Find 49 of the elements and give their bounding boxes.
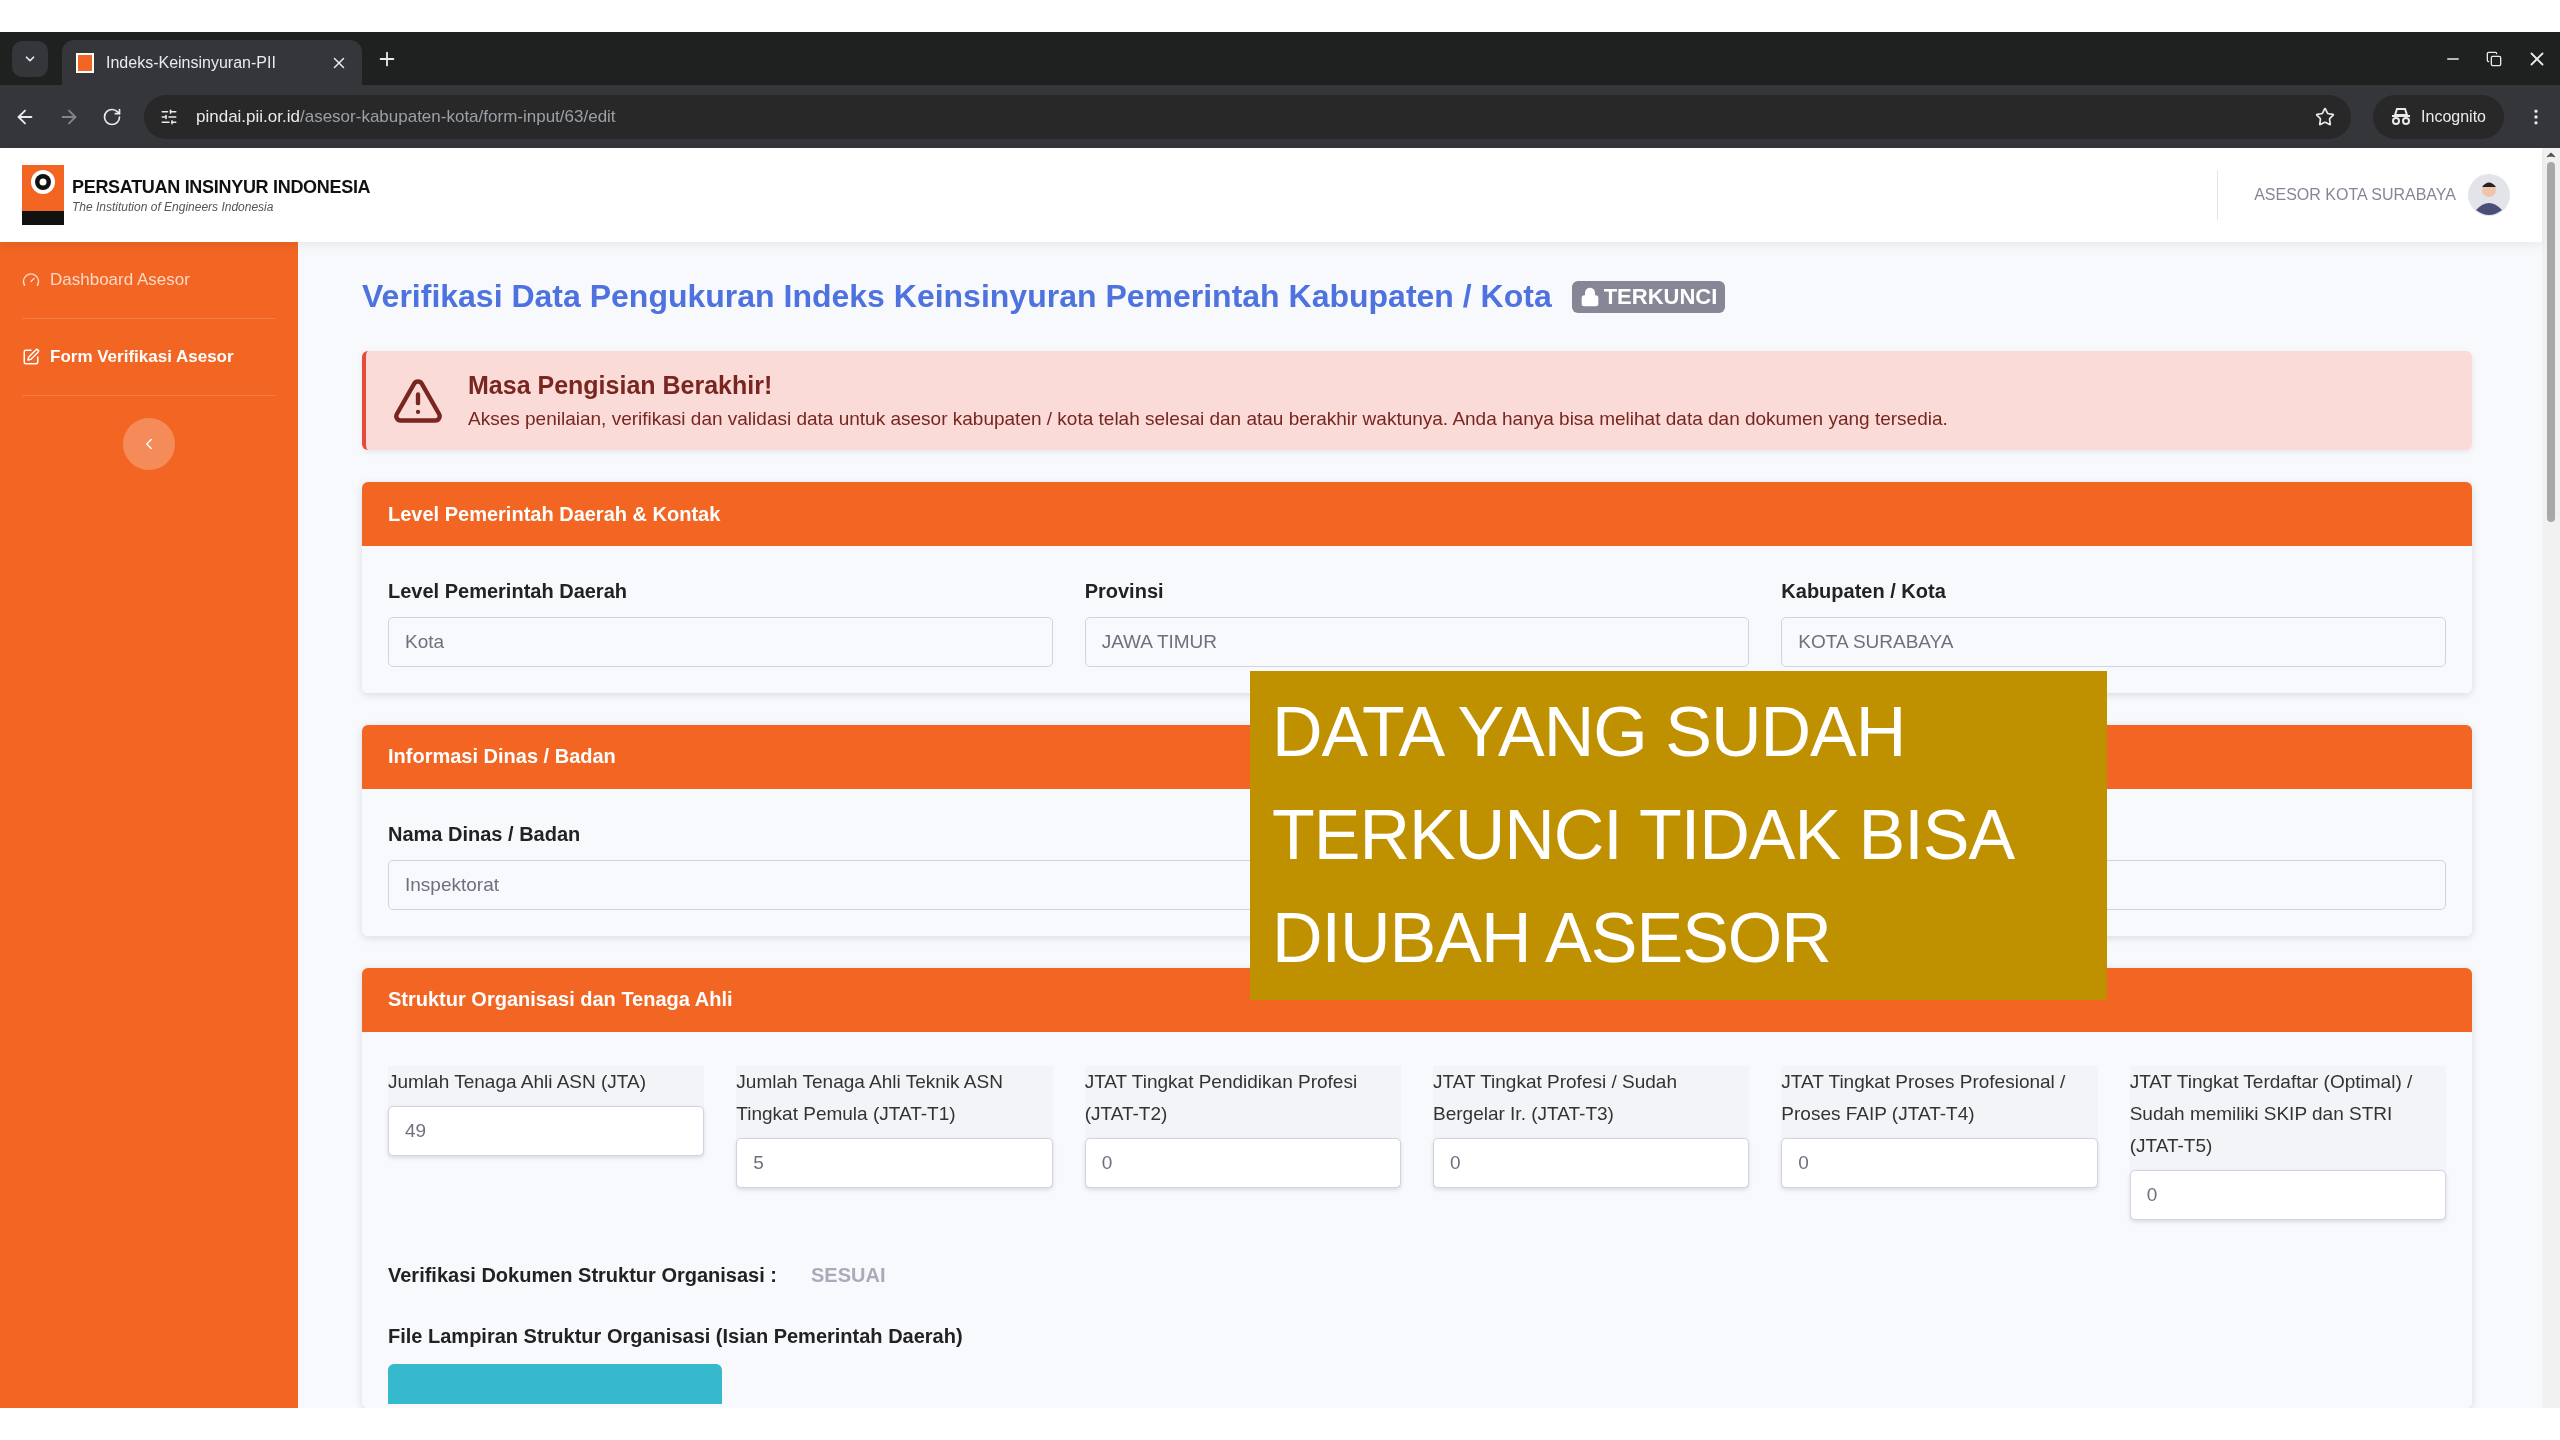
field-label: Kabupaten / Kota bbox=[1781, 580, 1947, 603]
sidebar-toggle-button[interactable] bbox=[123, 418, 175, 470]
lock-icon bbox=[1579, 286, 1600, 307]
alert-message: Akses penilaian, verifikasi dan validasi data untuk asesor kabupaten / kota telah selesai dan atau berakhir waktunya. Anda hanya bisa melihat data dan dokumen yang tersedia. bbox=[468, 408, 1948, 430]
field-label: Jumlah Tenaga Ahli ASN (JTA) bbox=[388, 1069, 648, 1094]
verification-label: Verifikasi Dokumen Struktur Organisasi : bbox=[388, 1263, 777, 1287]
logo-icon bbox=[22, 165, 64, 225]
alert-title: Masa Pengisian Berakhir! bbox=[468, 371, 774, 400]
field-label: JTAT Tingkat Profesi / Sudah Bergelar Ir. (JTAT-T3) bbox=[1433, 1069, 1678, 1126]
input-field[interactable]: 0 bbox=[1781, 1137, 2098, 1188]
input-field[interactable]: 0 bbox=[2129, 1169, 2446, 1220]
field-label: Nama Dinas / Badan bbox=[388, 822, 582, 846]
bookmark-star-icon[interactable] bbox=[2315, 106, 2336, 127]
address-bar[interactable]: pindai.pii.or.id/asesor-kabupaten-kota/form-input/63/edit bbox=[144, 94, 2352, 139]
browser-tab[interactable]: Indeks-Keinsinyuran-PII bbox=[62, 40, 362, 85]
field-label: JTAT Tingkat Pendidikan Profesi (JTAT-T2) bbox=[1084, 1069, 1359, 1126]
dashboard-icon bbox=[22, 271, 40, 289]
input-field[interactable]: 0 bbox=[1433, 1137, 1750, 1188]
section-header: Level Pemerintah Daerah & Kontak bbox=[362, 482, 2472, 546]
avatar-icon[interactable] bbox=[2468, 174, 2510, 216]
sidebar-item[interactable]: Form Verifikasi Asesor bbox=[22, 319, 276, 396]
input-field[interactable]: Kota bbox=[388, 617, 1053, 667]
verification-status: SESUAI bbox=[811, 1263, 886, 1287]
annotation-note: DATA YANG SUDAH TERKUNCI TIDAK BISA DIUBAH ASESOR bbox=[1250, 671, 2107, 1000]
restore-icon[interactable] bbox=[2486, 50, 2502, 67]
field-label: Jumlah Tenaga Ahli Teknik ASN Tingkat Pemula (JTAT-T1) bbox=[736, 1069, 1004, 1126]
input-field[interactable]: 5 bbox=[736, 1137, 1053, 1188]
file-label: File Lampiran Struktur Organisasi (Isian Pemerintah Daerah) bbox=[388, 1324, 964, 1348]
incognito-button[interactable]: Incognito bbox=[2373, 94, 2504, 139]
field-label: JTAT Tingkat Terdaftar (Optimal) / Sudah memiliki SKIP dan STRI (JTAT-T5) bbox=[2129, 1069, 2414, 1158]
edit-icon bbox=[22, 348, 40, 366]
scrollbar-thumb[interactable] bbox=[2547, 162, 2555, 522]
input-field[interactable]: 0 bbox=[1084, 1137, 1401, 1188]
status-badge: TERKUNCI bbox=[1571, 280, 1726, 313]
incognito-icon bbox=[2391, 107, 2412, 126]
page-title: Verifikasi Data Pengukuran Indeks Keinsinyuran Pemerintah Kabupaten / Kota bbox=[362, 278, 1552, 315]
field-label: Provinsi bbox=[1084, 580, 1165, 603]
favicon-icon bbox=[76, 52, 94, 73]
input-field[interactable]: JAWA TIMUR bbox=[1084, 617, 1750, 667]
organization-subtitle: The Institution of Engineers Indonesia bbox=[72, 199, 275, 214]
field-label: Level Pemerintah Daerah bbox=[388, 580, 628, 603]
reload-icon[interactable] bbox=[102, 106, 122, 127]
organization-name: PERSATUAN INSINYUR INDONESIA bbox=[72, 176, 371, 198]
user-name[interactable]: ASESOR KOTA SURABAYA bbox=[2254, 186, 2456, 204]
scrollbar[interactable] bbox=[2542, 148, 2560, 1408]
input-field[interactable]: 49 bbox=[388, 1105, 705, 1156]
field-label: JTAT Tingkat Proses Profesional / Proses FAIP (JTAT-T4) bbox=[1781, 1069, 2067, 1126]
site-settings-icon[interactable] bbox=[160, 107, 178, 126]
input-field[interactable]: KOTA SURABAYA bbox=[1781, 617, 2446, 667]
